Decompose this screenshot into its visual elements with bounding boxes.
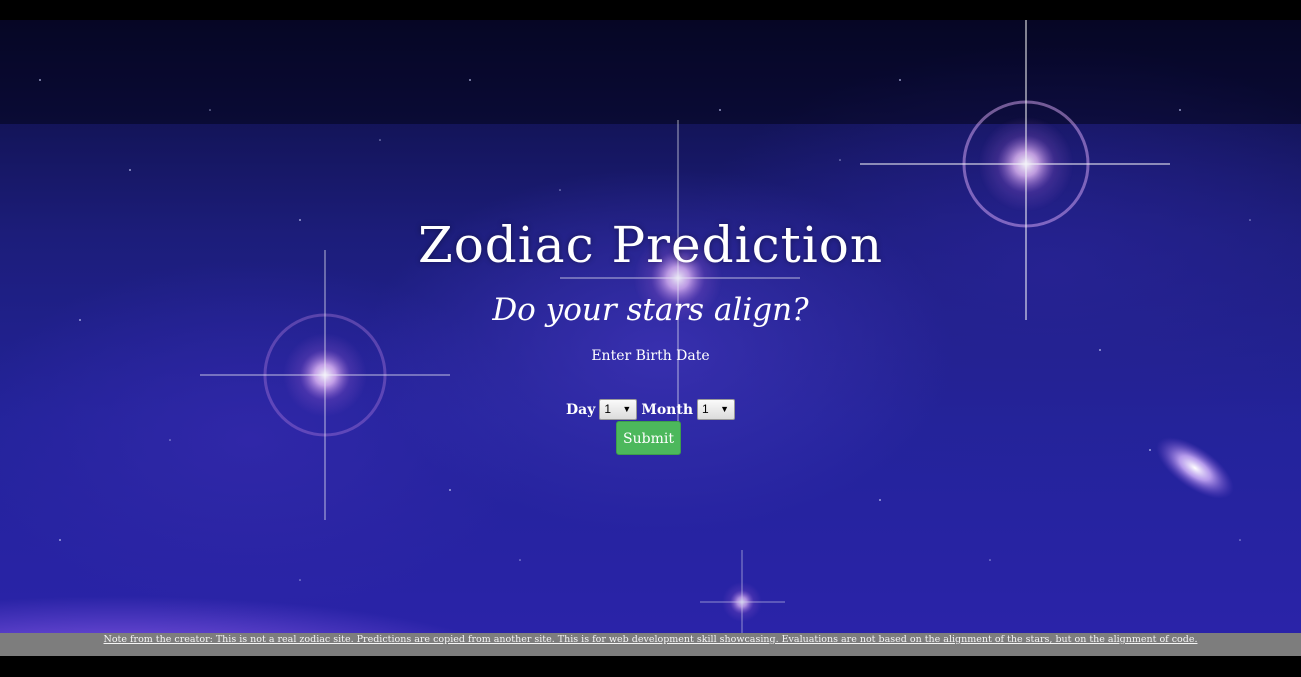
- star-bottom: [700, 550, 785, 633]
- creator-note-link[interactable]: Note from the creator: This is not a rea…: [104, 634, 1198, 645]
- day-select[interactable]: 1 ▼: [599, 399, 638, 420]
- page-title: Zodiac Prediction: [417, 216, 884, 274]
- bright-star-center: [560, 120, 800, 440]
- day-select-value: 1: [604, 402, 612, 416]
- galaxy: [1156, 437, 1234, 499]
- page: Zodiac Prediction Do your stars align? E…: [0, 0, 1301, 677]
- chevron-down-icon: ▼: [622, 404, 632, 414]
- birth-date-prompt: Enter Birth Date: [591, 348, 710, 364]
- submit-button[interactable]: Submit: [616, 421, 681, 455]
- page-subtitle: Do your stars align?: [492, 292, 809, 328]
- month-select-value: 1: [702, 402, 709, 416]
- month-select[interactable]: 1 ▼: [697, 399, 736, 420]
- footer-note: Note from the creator: This is not a rea…: [0, 633, 1301, 656]
- chevron-down-icon: ▼: [720, 404, 730, 414]
- bright-star-top-right: [860, 20, 1170, 320]
- birth-date-row: Day 1 ▼ Month 1 ▼: [0, 399, 1301, 420]
- bright-star-left: [200, 250, 450, 520]
- day-label: Day: [565, 401, 596, 418]
- month-label: Month: [641, 401, 694, 418]
